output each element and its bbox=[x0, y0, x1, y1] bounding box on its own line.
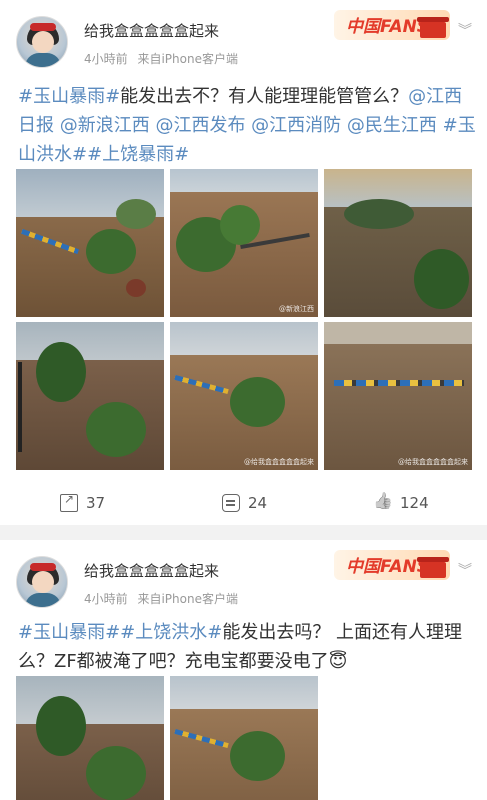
like-icon bbox=[374, 494, 392, 512]
repost-count: 37 bbox=[86, 494, 106, 512]
fans-badge: 中国FANS bbox=[334, 544, 454, 584]
comment-count: 24 bbox=[248, 494, 268, 512]
comment-icon bbox=[222, 494, 240, 512]
post-source[interactable]: 来自iPhone客户端 bbox=[137, 592, 238, 606]
post-time: 4小時前 bbox=[84, 52, 128, 66]
avatar[interactable] bbox=[16, 556, 68, 608]
image-watermark: @给我盒盒盒盒盒起来 bbox=[244, 458, 314, 466]
post-image[interactable] bbox=[16, 322, 164, 470]
post-image[interactable] bbox=[324, 169, 472, 317]
action-bar: 37 24 124 bbox=[0, 490, 487, 518]
like-count: 124 bbox=[400, 494, 429, 512]
username[interactable]: 给我盒盒盒盒盒起来 bbox=[84, 560, 219, 581]
hashtag-link[interactable]: #玉山暴雨##上饶洪水# bbox=[18, 622, 222, 643]
post-text: #玉山暴雨#能发出去不？有人能理理能管管么？@江西日报 @新浪江西 @江西发布 … bbox=[18, 82, 476, 169]
repost-button[interactable]: 37 bbox=[60, 492, 106, 512]
image-watermark: @给我盒盒盒盒盒起来 bbox=[398, 458, 468, 466]
post-image[interactable]: @给我盒盒盒盒盒起来 bbox=[324, 322, 472, 470]
post-time: 4小時前 bbox=[84, 592, 128, 606]
post-meta: 4小時前 来自iPhone客户端 bbox=[84, 50, 244, 67]
post-body-text: 能发出去不？有人能理理能管管么？ bbox=[120, 86, 409, 107]
image-watermark: @新浪江西 bbox=[279, 305, 314, 313]
chevron-down-icon[interactable]: ︾ bbox=[458, 20, 472, 40]
tiananmen-icon bbox=[417, 17, 449, 38]
post-image[interactable] bbox=[16, 676, 164, 800]
post-image[interactable] bbox=[170, 676, 318, 800]
fans-badge-label: 中国FANS bbox=[346, 17, 430, 37]
avatar[interactable] bbox=[16, 16, 68, 68]
weibo-post: 给我盒盒盒盒盒起来 4小時前 来自iPhone客户端 中国FANS ︾ #玉山暴… bbox=[0, 0, 487, 525]
like-button[interactable]: 124 bbox=[374, 494, 429, 512]
post-image[interactable]: @新浪江西 bbox=[170, 169, 318, 317]
post-text: #玉山暴雨##上饶洪水#能发出去吗？ 上面还有人理理么？ZF都被淹了吧？充电宝都… bbox=[18, 618, 476, 676]
weibo-post: 给我盒盒盒盒盒起来 4小時前 来自iPhone客户端 中国FANS ︾ #玉山暴… bbox=[0, 540, 487, 800]
fans-badge-label: 中国FANS bbox=[346, 557, 430, 577]
comment-button[interactable]: 24 bbox=[222, 494, 267, 512]
post-image[interactable] bbox=[16, 169, 164, 317]
post-image[interactable]: @给我盒盒盒盒盒起来 bbox=[170, 322, 318, 470]
share-icon bbox=[60, 492, 78, 512]
tiananmen-icon bbox=[417, 557, 449, 578]
chevron-down-icon[interactable]: ︾ bbox=[458, 560, 472, 580]
username[interactable]: 给我盒盒盒盒盒起来 bbox=[84, 20, 219, 41]
hashtag-link[interactable]: #玉山暴雨# bbox=[18, 86, 120, 107]
post-meta: 4小時前 来自iPhone客户端 bbox=[84, 590, 244, 607]
post-source[interactable]: 来自iPhone客户端 bbox=[137, 52, 238, 66]
fans-badge: 中国FANS bbox=[334, 4, 454, 44]
